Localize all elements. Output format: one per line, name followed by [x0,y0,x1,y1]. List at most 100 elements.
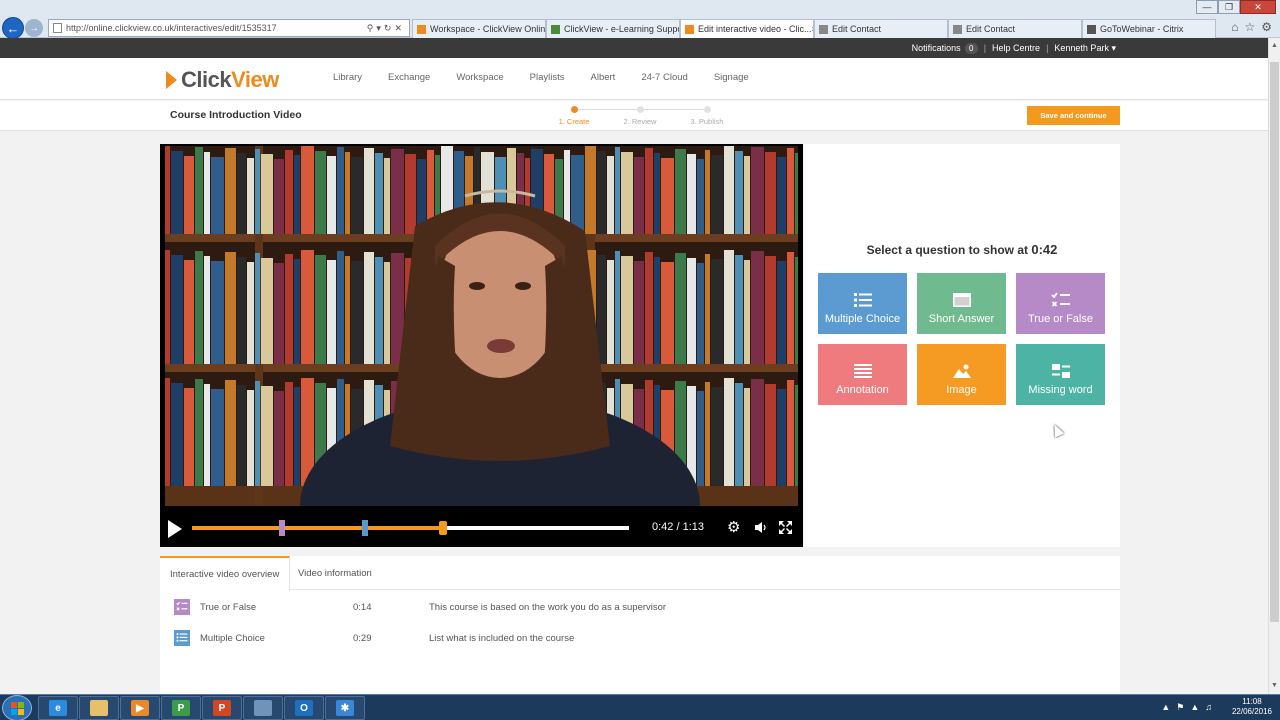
tab-interactive-video-overview[interactable]: Interactive video overview [160,556,291,591]
browser-tab-label: Workspace - ClickView Online [430,24,546,34]
forward-button[interactable]: → [25,19,43,37]
scroll-down-icon[interactable]: ▼ [1271,682,1278,689]
user-menu[interactable]: Kenneth Park ▾ [1054,43,1116,54]
save-and-continue-button[interactable]: Save and continue [1027,106,1120,125]
question-type-short-answer-button[interactable]: Short Answer [917,273,1006,334]
duration: 1:13 [682,521,705,533]
video-frame[interactable] [165,146,798,506]
snowflake-app-icon: ✱ [336,700,354,716]
window-controls: — ❐ ✕ [1196,0,1276,14]
back-button[interactable]: ← [2,17,24,39]
browser-tab[interactable]: ClickView - e-Learning Support [546,19,680,38]
nav-item-exchange[interactable]: Exchange [388,72,430,83]
notifications-label: Notifications [911,42,961,53]
question-marker[interactable] [362,520,369,536]
logo-text-click: Click [181,67,232,92]
browser-tab-label: GoToWebinar - Citrix [1100,24,1184,34]
address-url[interactable]: http://online.clickview.co.uk/interactiv… [66,23,367,33]
clickview-favicon [417,24,426,34]
page-scrollbar[interactable]: ▲ ▼ [1268,38,1280,694]
clock-date: 22/06/2016 [1231,707,1273,716]
overview-row[interactable]: Multiple Choice 0:29 List what is included… [174,630,1074,650]
tab-video-information[interactable]: Video information [288,556,382,590]
question-type-label: Short Answer [928,313,995,325]
question-type-image-button[interactable]: Image [917,344,1006,405]
logo-text-view: View [231,67,279,92]
browser-tab-label: ClickView - e-Learning Support [564,24,680,34]
taskbar-powerpoint[interactable]: P [202,696,242,720]
project-icon: P [172,700,190,716]
separator: | [1046,43,1049,53]
question-text: List what is included on the course [429,633,575,644]
browser-tab[interactable]: Edit Contact [948,19,1082,38]
question-marker[interactable] [278,520,285,536]
question-type-label: Annotation [836,384,889,396]
notifications-link[interactable]: Notifications 0 [911,42,978,54]
settings-gear-icon[interactable]: ⚙ [727,520,740,535]
step-dot [636,106,644,113]
question-text: This course is based on the work you do … [429,602,667,613]
nav-item-albert[interactable]: Albert [591,72,616,83]
home-icon[interactable]: ⌂ [1231,20,1238,34]
question-type-label: Multiple Choice [824,313,901,325]
search-refresh-icons[interactable]: ⚲▾↻✕ [367,23,409,34]
start-button[interactable] [2,695,32,720]
browser-tab[interactable]: Edit Contact [814,19,948,38]
nav-item-library[interactable]: Library [333,72,362,83]
help-centre-link[interactable]: Help Centre [992,43,1040,53]
question-type-missing-word-button[interactable]: Missing word [1016,344,1105,405]
taskbar-remote-desktop[interactable] [243,696,283,720]
clickview-logo[interactable]: ClickView [166,67,279,93]
browser-tab[interactable]: Edit interactive video - Clic...× [680,19,814,38]
browser-tab[interactable]: Workspace - ClickView Online [412,19,546,38]
scroll-up-icon[interactable]: ▲ [1271,42,1278,49]
taskbar-clock[interactable]: 11:08 22/06/2016 [1228,697,1276,717]
progress-steps: 1. Create 2. Review 3. Publish [552,105,728,129]
taskbar-media-player[interactable]: ▶ [120,696,160,720]
question-type-multiple-choice-button[interactable]: Multiple Choice [818,273,907,334]
internet-explorer-icon: e [49,700,67,716]
video-player[interactable]: 0:42 / 1:13 ⚙ [160,144,803,547]
user-name: Kenneth Park [1054,42,1109,53]
close-window-button[interactable]: ✕ [1240,0,1276,14]
progress-handle[interactable] [439,521,448,535]
volume-icon[interactable] [753,520,768,538]
media-player-icon: ▶ [131,700,149,716]
video-still-image [165,146,798,506]
nav-item-playlists[interactable]: Playlists [530,72,565,83]
nav-item-signage[interactable]: Signage [714,72,749,83]
restore-button[interactable]: ❐ [1218,0,1240,14]
browser-tabs: Workspace - ClickView Online ClickView - … [412,19,1216,38]
question-type-annotation-button[interactable]: Annotation [818,344,907,405]
clickview-favicon [685,24,694,34]
taskbar-project[interactable]: P [161,696,201,720]
question-type-true-or-false-button[interactable]: True or False [1016,273,1105,334]
play-icon[interactable] [168,520,182,538]
gotowebinar-favicon [1087,24,1096,34]
missing-word-icon [1051,362,1071,380]
taskbar-snowflake-app[interactable]: ✱ [325,696,365,720]
browser-tab-label: Edit Contact [966,24,1016,34]
overview-row[interactable]: True or False 0:14 This course is based on… [174,599,1074,619]
panel-heading-time: 0:42 [1031,242,1058,257]
tray-icons[interactable]: ▲⚑▲♫ [1161,702,1218,713]
nav-item-24-7-cloud[interactable]: 24-7 Cloud [641,72,687,83]
browser-tab-label: Edit interactive video - Clic... [698,24,812,34]
taskbar-outlook[interactable]: O [284,696,324,720]
question-type-label: Image [946,384,977,396]
nav-item-workspace[interactable]: Workspace [456,72,503,83]
taskbar-file-explorer[interactable] [79,696,119,720]
remote-desktop-icon [254,700,272,716]
question-time: 0:29 [353,633,372,644]
settings-gear-icon[interactable]: ⚙ [1261,20,1272,34]
browser-tab[interactable]: GoToWebinar - Citrix [1082,19,1216,38]
fullscreen-icon[interactable] [778,520,793,538]
address-bar[interactable]: http://online.clickview.co.uk/interactiv… [48,19,410,37]
step-dot [703,106,711,113]
favorites-star-icon[interactable]: ☆ [1244,20,1255,34]
progress-bar[interactable] [192,520,629,536]
clock-time: 11:08 [1242,697,1262,706]
minimize-button[interactable]: — [1196,0,1218,14]
scrollbar-thumb[interactable] [1270,62,1279,622]
taskbar-internet-explorer[interactable]: e [38,696,78,720]
